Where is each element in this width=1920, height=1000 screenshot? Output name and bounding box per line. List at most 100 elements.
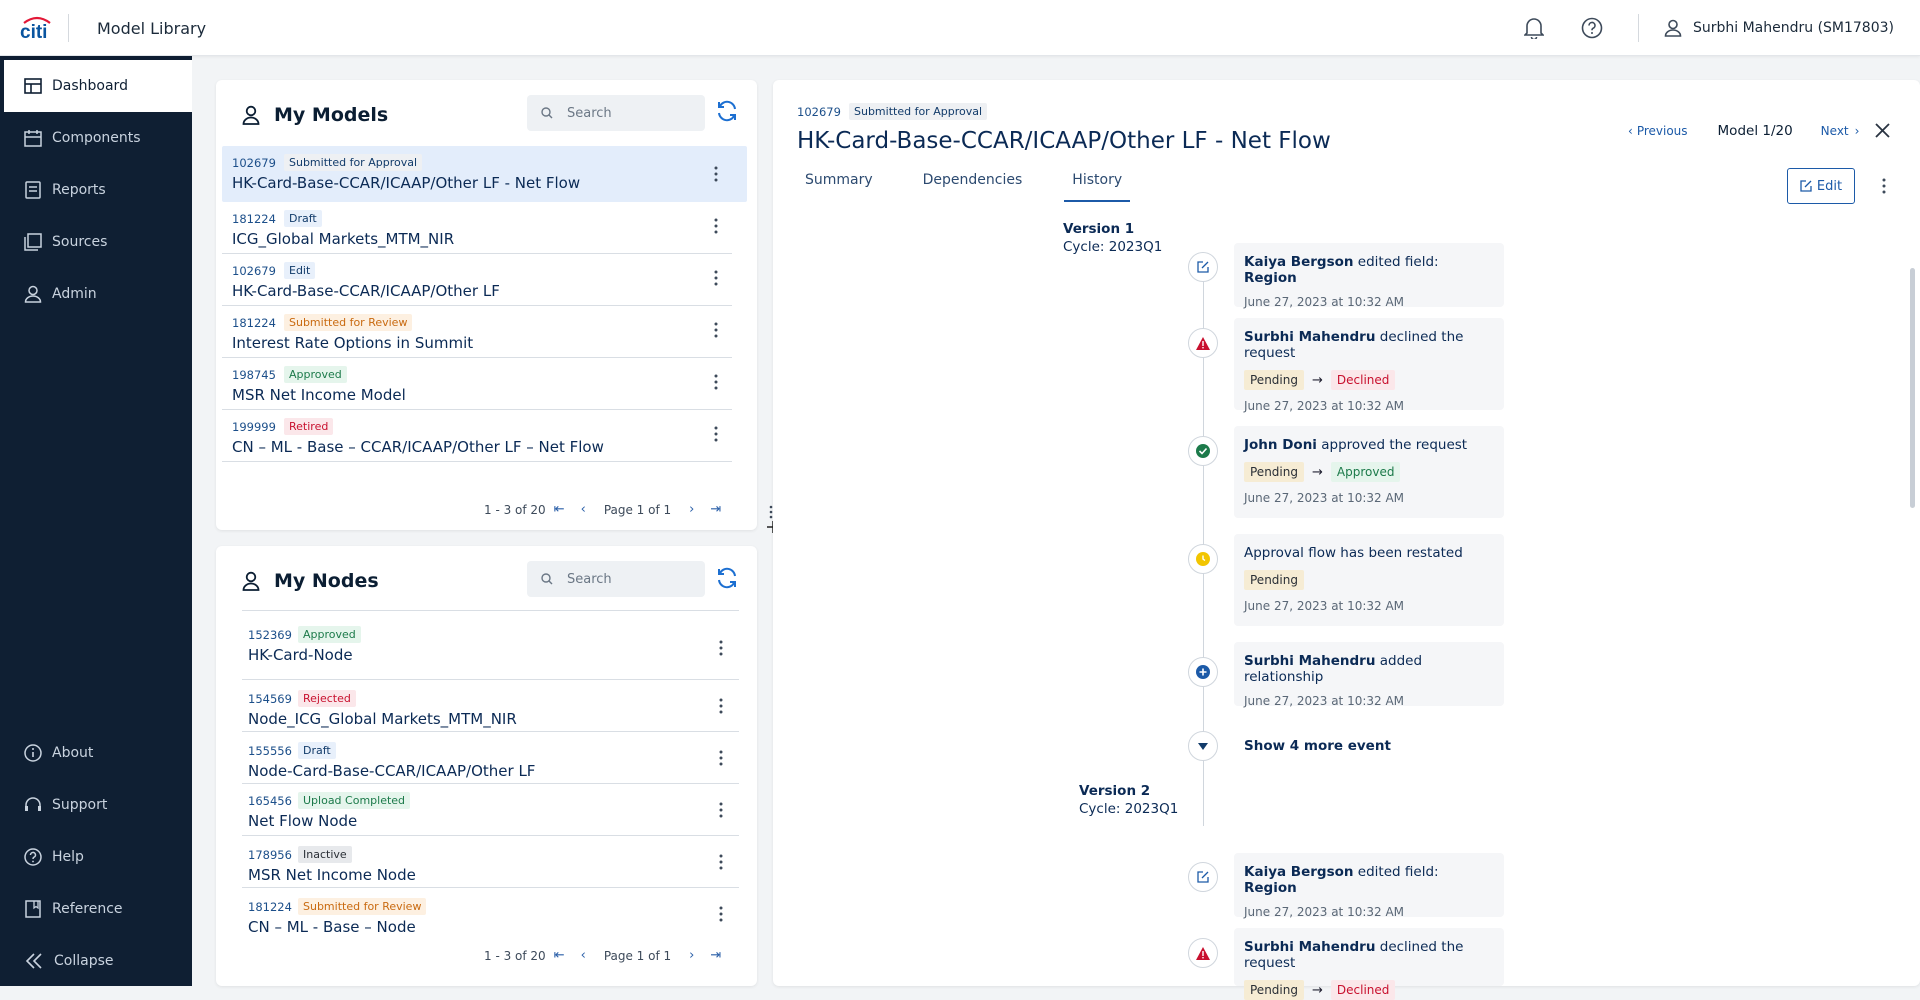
prev-page-icon[interactable]: ‹ [581,948,586,963]
table-row[interactable]: 199999 Retired CN – ML - Base – CCAR/ICA… [222,410,732,462]
history-event: Kaiya Bergson edited field: Region June … [1234,243,1504,309]
sidebar-item-label: Support [52,797,108,813]
table-row[interactable]: 165456 Upload Completed Net Flow Node [242,784,739,836]
show-more-button[interactable]: Show 4 more event [1244,738,1391,754]
history-event: Surbhi Mahendru added relationship June … [1234,642,1504,708]
sidebar-item-label: Collapse [54,953,114,969]
status-badge: Retired [284,418,334,435]
more-vertical-icon[interactable] [713,270,719,286]
chevron-left-icon[interactable]: ‹ [1628,124,1633,138]
node-id: 181224 [248,900,292,914]
next-button[interactable]: Next [1821,124,1849,138]
more-vertical-icon[interactable] [718,640,724,656]
more-vertical-icon[interactable] [718,802,724,818]
last-page-icon[interactable]: ⇥ [710,502,721,517]
info-icon [24,744,42,762]
sidebar-item-admin[interactable]: Admin [0,268,192,320]
history-event: Surbhi Mahendru declined the request Pen… [1234,318,1504,413]
my-models-panel: My Models 102679 Submitted for Approval … [216,80,757,530]
divider [242,610,739,611]
history-event: Surbhi Mahendru declined the request Pen… [1234,928,1504,1000]
search-field[interactable] [567,571,687,587]
table-row[interactable]: 181224 Draft ICG_Global Markets_MTM_NIR [222,202,732,254]
node-name[interactable]: HK-Card-Node [248,646,353,664]
collapse-icon [25,953,42,969]
sidebar-item-label: Sources [52,234,108,250]
pending-icon [1188,544,1218,574]
sidebar-item-collapse[interactable]: Collapse [0,935,192,987]
tab-history[interactable]: History [1064,172,1131,202]
close-icon[interactable] [1875,123,1890,138]
status-badge: Draft [284,210,322,227]
search-field[interactable] [567,105,687,121]
refresh-icon[interactable] [715,99,739,123]
sidebar-item-label: Components [52,130,141,146]
components-icon [24,130,42,147]
more-vertical-icon[interactable] [713,426,719,442]
panel-title: My Models [242,104,388,126]
nodes-search-input[interactable] [527,561,705,597]
sidebar-item-reference[interactable]: Reference [0,883,192,935]
chevron-down-icon[interactable] [1188,731,1218,761]
more-vertical-icon[interactable] [713,322,719,338]
model-name[interactable]: ICG_Global Markets_MTM_NIR [232,230,454,248]
tab-dependencies[interactable]: Dependencies [915,172,1031,202]
table-row[interactable]: 154569 Rejected Node_ICG_Global Markets_… [242,680,739,732]
sidebar-item-about[interactable]: About [0,727,192,779]
table-row[interactable]: 181224 Submitted for Review CN – ML - Ba… [242,888,739,938]
user-name[interactable]: Surbhi Mahendru (SM17803) [1693,20,1894,36]
more-vertical-icon[interactable] [718,698,724,714]
table-row[interactable]: 178956 Inactive MSR Net Income Node [242,836,739,888]
model-name[interactable]: HK-Card-Base-CCAR/ICAAP/Other LF [232,282,500,300]
tab-summary[interactable]: Summary [797,172,881,202]
node-name[interactable]: Net Flow Node [248,812,357,830]
table-row[interactable]: 155556 Draft Node-Card-Base-CCAR/ICAAP/O… [242,732,739,784]
model-name[interactable]: MSR Net Income Model [232,386,406,404]
table-row[interactable]: 152369 Approved HK-Card-Node [242,616,739,680]
page-label: Page 1 of 1 [603,502,672,517]
sidebar-item-help[interactable]: Help [0,831,192,883]
user-icon[interactable] [1661,16,1685,40]
first-page-icon[interactable]: ⇤ [554,502,565,517]
model-name[interactable]: HK-Card-Base-CCAR/ICAAP/Other LF - Net F… [232,174,580,192]
citi-logo[interactable]: citi [20,14,54,43]
previous-button[interactable]: Previous [1637,124,1688,138]
node-name[interactable]: Node-Card-Base-CCAR/ICAAP/Other LF [248,762,535,780]
scrollbar-thumb[interactable] [1910,268,1915,508]
model-name[interactable]: CN – ML - Base – CCAR/ICAAP/Other LF – N… [232,438,604,456]
more-vertical-icon[interactable] [713,166,719,182]
model-counter: Model 1/20 [1717,123,1793,139]
more-vertical-icon[interactable] [718,854,724,870]
chevron-right-icon[interactable]: › [1855,124,1860,138]
node-name[interactable]: Node_ICG_Global Markets_MTM_NIR [248,710,517,728]
bell-icon[interactable] [1522,16,1546,40]
more-vertical-icon[interactable] [718,750,724,766]
sidebar-item-components[interactable]: Components [0,112,192,164]
model-name[interactable]: Interest Rate Options in Summit [232,334,473,352]
first-page-icon[interactable]: ⇤ [554,948,565,963]
prev-page-icon[interactable]: ‹ [581,502,586,517]
sidebar-item-dashboard[interactable]: Dashboard [0,60,192,112]
sidebar-item-support[interactable]: Support [0,779,192,831]
next-page-icon[interactable]: › [689,502,694,517]
more-vertical-icon[interactable] [713,218,719,234]
node-name[interactable]: MSR Net Income Node [248,866,416,884]
more-vertical-icon[interactable] [713,374,719,390]
sidebar-item-reports[interactable]: Reports [0,164,192,216]
table-row[interactable]: 102679 Submitted for Approval HK-Card-Ba… [222,146,747,202]
table-row[interactable]: 102679 Edit HK-Card-Base-CCAR/ICAAP/Othe… [222,254,732,306]
sidebar-item-sources[interactable]: Sources [0,216,192,268]
refresh-icon[interactable] [715,566,739,590]
more-vertical-icon[interactable] [1881,178,1887,194]
edit-button[interactable]: Edit [1787,168,1855,204]
page-range: 1 - 3 of 20 [484,948,546,963]
models-search-input[interactable] [527,95,705,131]
last-page-icon[interactable]: ⇥ [710,948,721,963]
next-page-icon[interactable]: › [689,948,694,963]
help-circle-icon[interactable] [1580,16,1604,40]
more-vertical-icon[interactable] [718,906,724,922]
node-name[interactable]: CN – ML - Base – Node [248,918,416,936]
table-row[interactable]: 198745 Approved MSR Net Income Model [222,358,732,410]
node-id: 152369 [248,628,292,642]
table-row[interactable]: 181224 Submitted for Review Interest Rat… [222,306,732,358]
